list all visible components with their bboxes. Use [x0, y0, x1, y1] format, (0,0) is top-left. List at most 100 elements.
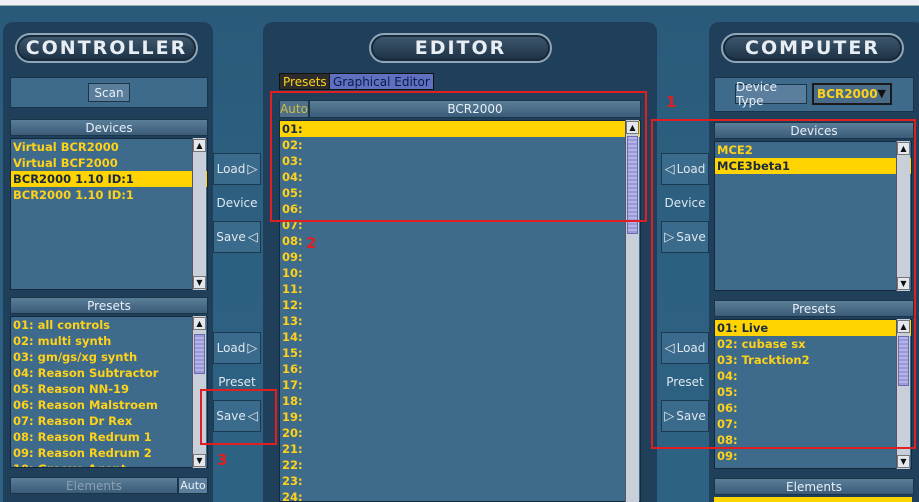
annotation-number-2: 2 [306, 234, 317, 252]
controller-presets-scrollbar[interactable]: ▲ ▼ [192, 316, 206, 468]
list-item[interactable]: 07: [715, 416, 911, 432]
preset-load-to-editor-button[interactable]: Load ▷ [213, 332, 261, 364]
list-item[interactable]: Virtual BCF2000 [11, 155, 207, 171]
list-item[interactable]: 23: [280, 473, 640, 489]
controller-devices-list[interactable]: Virtual BCR2000 Virtual BCF2000 BCR2000 1.… [10, 138, 208, 290]
list-item[interactable]: BCR2000 1.10 ID:1 [11, 171, 207, 187]
scroll-thumb[interactable] [627, 136, 638, 234]
preset-load-from-computer-button[interactable]: ◁ Load [661, 332, 709, 364]
computer-devices-scrollbar[interactable]: ▲ ▼ [896, 141, 910, 291]
list-item[interactable]: 06: [715, 400, 911, 416]
scroll-down-icon[interactable]: ▼ [193, 276, 206, 289]
list-item[interactable]: 01: [280, 121, 640, 137]
arrow-right-icon: ▷ [247, 340, 258, 356]
scroll-up-icon[interactable]: ▲ [626, 121, 639, 134]
preset-save-button[interactable]: Save ◁ [213, 400, 261, 432]
device-save-button[interactable]: Save ◁ [213, 221, 261, 253]
scroll-down-icon[interactable]: ▼ [897, 277, 910, 290]
controller-presets-list[interactable]: 01: all controls 02: multi synth 03: gm/gs… [10, 316, 208, 468]
list-item[interactable]: 16: [280, 361, 640, 377]
device-load-to-editor-button[interactable]: Load ▷ [213, 153, 261, 185]
list-item[interactable]: 08: [715, 432, 911, 448]
computer-devices-list[interactable]: MCE2 MCE3beta1 [714, 141, 912, 291]
list-item[interactable]: 12: [280, 297, 640, 313]
annotation-number-3: 3 [217, 451, 228, 469]
list-item[interactable]: 08: Reason Redrum 1 [11, 429, 207, 445]
list-item[interactable]: 10: [280, 265, 640, 281]
scroll-down-icon[interactable]: ▼ [193, 454, 206, 467]
scroll-down-icon[interactable]: ▼ [897, 455, 910, 468]
computer-elements-header: Elements [714, 478, 914, 495]
elements-auto-button[interactable]: Auto [178, 477, 208, 494]
preset-label: Preset [218, 375, 256, 389]
list-item[interactable]: 15: [280, 345, 640, 361]
list-item[interactable]: 11: [280, 281, 640, 297]
list-item[interactable]: 24: [280, 489, 640, 501]
preset-save-to-computer-button[interactable]: ▷ Save [661, 400, 709, 432]
list-item[interactable]: 22: [280, 457, 640, 473]
list-item[interactable]: BCR2000 1.10 ID:1 [11, 187, 207, 203]
computer-elements-first-row[interactable] [714, 497, 912, 502]
device-save-to-computer-button[interactable]: ▷ Save [661, 221, 709, 253]
list-item[interactable]: 06: [280, 201, 640, 217]
list-item[interactable]: 17: [280, 377, 640, 393]
list-item[interactable]: 02: cubase sx [715, 336, 911, 352]
list-item[interactable]: 19: [280, 409, 640, 425]
list-item[interactable]: 02: [280, 137, 640, 153]
list-item[interactable]: 01: all controls [11, 317, 207, 333]
list-item[interactable]: 04: [715, 368, 911, 384]
device-type-dropdown[interactable]: BCR2000 ▼ [812, 83, 892, 105]
list-item[interactable]: 18: [280, 393, 640, 409]
list-item[interactable]: 06: Reason Malstroem [11, 397, 207, 413]
list-item[interactable]: 04: Reason Subtractor [11, 365, 207, 381]
device-type-value: BCR2000 [817, 87, 878, 101]
list-item[interactable]: 02: multi synth [11, 333, 207, 349]
list-item[interactable]: 08: [280, 233, 640, 249]
scroll-up-icon[interactable]: ▲ [193, 139, 206, 152]
list-item[interactable]: MCE3beta1 [715, 158, 911, 174]
list-item[interactable]: 21: [280, 441, 640, 457]
list-item[interactable]: 04: [280, 169, 640, 185]
device-label: Device [664, 196, 706, 210]
list-item[interactable]: 03: Tracktion2 [715, 352, 911, 368]
list-item[interactable]: 20: [280, 425, 640, 441]
list-item[interactable]: Virtual BCR2000 [11, 139, 207, 155]
list-item[interactable]: 05: [715, 384, 911, 400]
list-item[interactable]: 07: [280, 217, 640, 233]
controller-devices-scrollbar[interactable]: ▲ ▼ [192, 138, 206, 290]
editor-auto-button[interactable]: Auto [279, 100, 309, 118]
list-item[interactable]: 07: Reason Dr Rex [11, 413, 207, 429]
scroll-thumb[interactable] [898, 336, 909, 386]
save-label: Save [216, 409, 246, 423]
scroll-up-icon[interactable]: ▲ [897, 142, 910, 155]
arrow-left-icon: ◁ [247, 408, 258, 424]
editor-scrollbar[interactable]: ▲ [625, 120, 639, 502]
load-label: Load [676, 162, 706, 176]
controller-title: CONTROLLER [15, 33, 198, 63]
list-item[interactable]: 13: [280, 313, 640, 329]
list-item[interactable]: 01: Live [715, 320, 911, 336]
tab-presets[interactable]: Presets [279, 73, 331, 90]
list-item[interactable]: 03: [280, 153, 640, 169]
list-item[interactable]: 10: Groove Agent [11, 461, 207, 467]
controller-presets-header: Presets [10, 297, 208, 314]
scroll-up-icon[interactable]: ▲ [897, 320, 910, 333]
scan-button[interactable]: Scan [88, 83, 130, 102]
editor-preset-list[interactable]: 01: 02: 03: 04: 05: 06: 07: 08: 09: 10: 11: 12: 13: 1… [279, 120, 641, 502]
list-item[interactable]: 09: [280, 249, 640, 265]
preset-label: Preset [666, 375, 704, 389]
scroll-thumb[interactable] [194, 334, 205, 374]
list-item[interactable]: 09: Reason Redrum 2 [11, 445, 207, 461]
list-item[interactable]: 05: Reason NN-19 [11, 381, 207, 397]
list-item[interactable]: 05: [280, 185, 640, 201]
save-label: Save [216, 230, 246, 244]
list-item[interactable]: 03: gm/gs/xg synth [11, 349, 207, 365]
list-item[interactable]: 14: [280, 329, 640, 345]
tab-graphical-editor[interactable]: Graphical Editor [329, 73, 434, 90]
computer-presets-list[interactable]: 01: Live 02: cubase sx 03: Tracktion2 04: 05… [714, 319, 912, 469]
device-load-to-computer-button[interactable]: ◁ Load [661, 153, 709, 185]
computer-presets-scrollbar[interactable]: ▲ ▼ [896, 319, 910, 469]
scroll-up-icon[interactable]: ▲ [193, 317, 206, 330]
list-item[interactable]: 09: [715, 448, 911, 464]
list-item[interactable]: MCE2 [715, 142, 911, 158]
